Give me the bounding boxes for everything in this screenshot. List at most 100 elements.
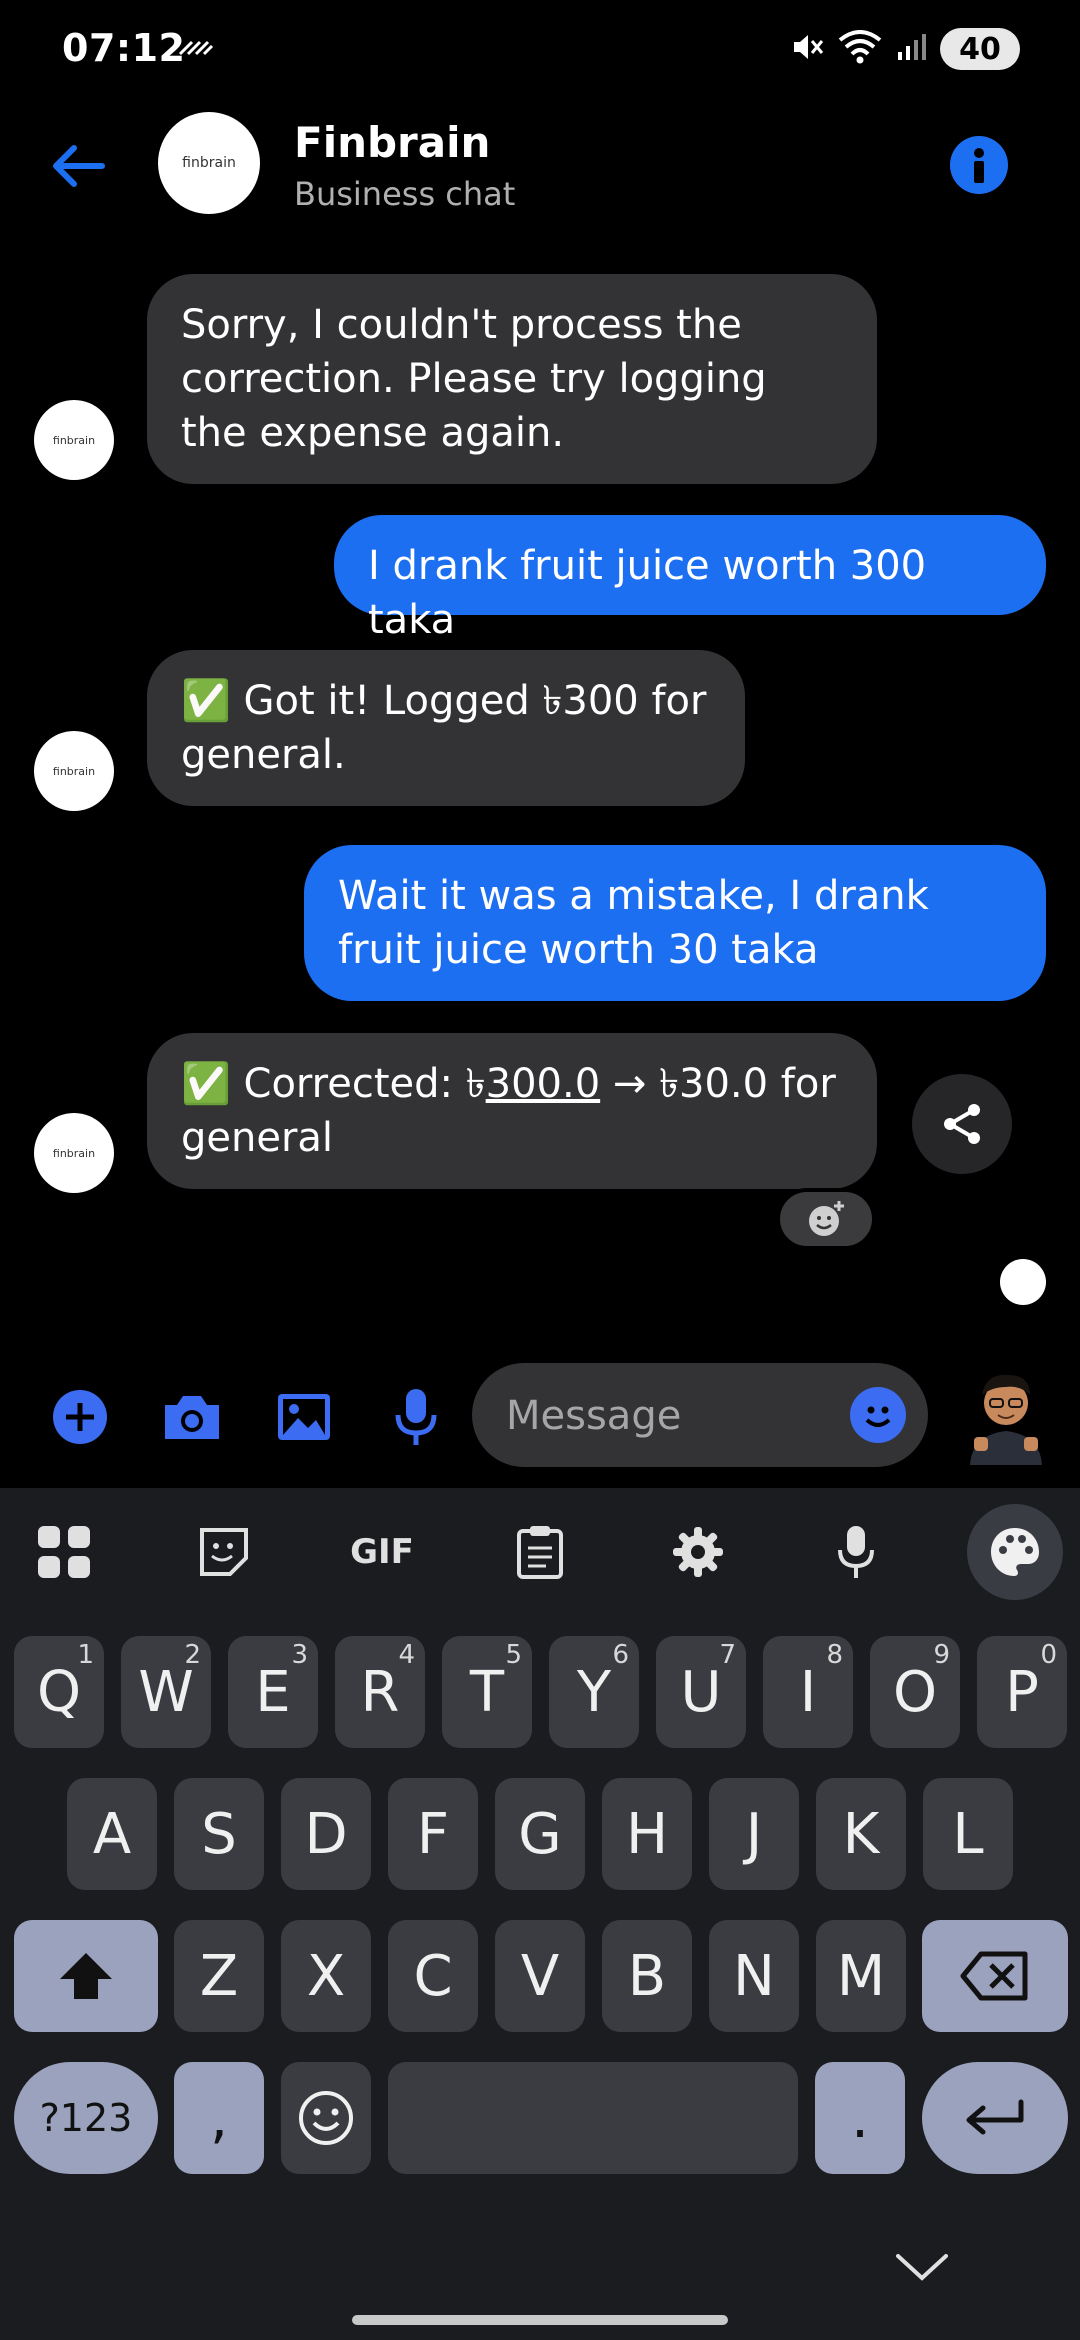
read-receipt-avatar <box>1000 1259 1046 1305</box>
key-t[interactable]: T5 <box>442 1636 532 1748</box>
back-arrow-icon <box>53 145 105 187</box>
mute-icon <box>790 30 824 68</box>
gear-icon <box>673 1527 723 1577</box>
key-hint: 9 <box>933 1640 950 1670</box>
space-key[interactable] <box>388 2062 798 2174</box>
voice-message-button[interactable] <box>384 1385 448 1449</box>
key-hint: 4 <box>398 1640 415 1670</box>
info-button[interactable] <box>950 136 1008 194</box>
emoji-key[interactable] <box>281 2062 371 2174</box>
data-saver-icon <box>178 34 214 60</box>
message-text: I drank fruit juice worth 300 taka <box>368 543 927 643</box>
sticker-icon <box>200 1528 248 1576</box>
message-bubble-outgoing[interactable]: I drank fruit juice worth 300 taka <box>334 515 1046 643</box>
key-u[interactable]: U7 <box>656 1636 746 1748</box>
key-label: T <box>469 1659 505 1725</box>
message-text: Wait it was a mistake, I drank fruit jui… <box>338 873 929 973</box>
enter-key[interactable] <box>922 2062 1068 2174</box>
key-b[interactable]: B <box>602 1920 692 2032</box>
key-n[interactable]: N <box>709 1920 799 2032</box>
hide-keyboard-button[interactable] <box>892 2248 952 2288</box>
key-z[interactable]: Z <box>174 1920 264 2032</box>
message-input[interactable]: Message <box>472 1363 928 1467</box>
bot-avatar[interactable]: finbrain <box>34 400 114 480</box>
add-reaction-button[interactable] <box>776 1188 876 1250</box>
message-bubble-incoming[interactable]: ✅ Corrected: ৳300.0 → ৳30.0 for general <box>147 1033 877 1189</box>
message-text: ✅ Got it! Logged ৳300 for general. <box>181 678 707 778</box>
keyboard-toolbar: GIF <box>0 1488 1080 1612</box>
chat-header: finbrain Finbrain Business chat <box>0 100 1080 250</box>
microphone-icon <box>838 1526 874 1578</box>
signal-icon <box>896 32 926 66</box>
message-text: Sorry, I couldn't process the correction… <box>181 302 767 456</box>
backspace-key[interactable] <box>922 1920 1068 2032</box>
sticker-button[interactable] <box>188 1516 260 1588</box>
backspace-icon <box>960 1951 1028 2001</box>
more-actions-button[interactable] <box>48 1385 112 1449</box>
message-bubble-outgoing[interactable]: Wait it was a mistake, I drank fruit jui… <box>304 845 1046 1001</box>
message-bubble-incoming[interactable]: ✅ Got it! Logged ৳300 for general. <box>147 650 745 806</box>
avatar-sticker-icon <box>970 1374 1042 1465</box>
key-a[interactable]: A <box>67 1778 157 1890</box>
emoji-button[interactable] <box>850 1387 906 1443</box>
voice-typing-button[interactable] <box>820 1516 892 1588</box>
theme-palette-button[interactable] <box>967 1504 1063 1600</box>
key-label: R <box>360 1659 400 1725</box>
key-h[interactable]: H <box>602 1778 692 1890</box>
avatar-logo-text: finbrain <box>52 764 96 778</box>
key-c[interactable]: C <box>388 1920 478 2032</box>
info-icon <box>974 148 984 183</box>
key-y[interactable]: Y6 <box>549 1636 639 1748</box>
avatar-sticker-button[interactable] <box>960 1365 1052 1465</box>
key-e[interactable]: E3 <box>228 1636 318 1748</box>
shift-key[interactable] <box>14 1920 158 2032</box>
image-icon <box>278 1394 330 1440</box>
key-label: I <box>799 1659 817 1725</box>
key-p[interactable]: P0 <box>977 1636 1067 1748</box>
gif-button[interactable]: GIF <box>344 1516 420 1588</box>
key-q[interactable]: Q1 <box>14 1636 104 1748</box>
bot-avatar[interactable]: finbrain <box>34 731 114 811</box>
home-indicator[interactable] <box>352 2315 728 2325</box>
message-bubble-incoming[interactable]: Sorry, I couldn't process the correction… <box>147 274 877 484</box>
key-x[interactable]: X <box>281 1920 371 2032</box>
key-d[interactable]: D <box>281 1778 371 1890</box>
camera-button[interactable] <box>160 1385 224 1449</box>
gallery-button[interactable] <box>272 1385 336 1449</box>
key-f[interactable]: F <box>388 1778 478 1890</box>
key-m[interactable]: M <box>816 1920 906 2032</box>
back-button[interactable] <box>42 130 114 202</box>
key-hint: 0 <box>1040 1640 1057 1670</box>
share-button[interactable] <box>912 1074 1012 1174</box>
clipboard-icon <box>517 1526 563 1579</box>
apps-grid-button[interactable] <box>28 1516 100 1588</box>
clipboard-button[interactable] <box>504 1516 576 1588</box>
shift-icon <box>60 1953 112 1999</box>
status-bar: 07:12 40 <box>0 0 1080 100</box>
key-hint: 5 <box>505 1640 522 1670</box>
microphone-icon <box>395 1389 437 1445</box>
key-s[interactable]: S <box>174 1778 264 1890</box>
message-text-prefix: ✅ Corrected: ৳ <box>181 1061 486 1107</box>
key-w[interactable]: W2 <box>121 1636 211 1748</box>
key-i[interactable]: I8 <box>763 1636 853 1748</box>
key-j[interactable]: J <box>709 1778 799 1890</box>
key-g[interactable]: G <box>495 1778 585 1890</box>
contact-name[interactable]: Finbrain <box>294 118 490 167</box>
key-l[interactable]: L <box>923 1778 1013 1890</box>
message-link-amount[interactable]: 300.0 <box>486 1061 601 1107</box>
status-icons: 40 <box>790 28 1020 70</box>
key-r[interactable]: R4 <box>335 1636 425 1748</box>
contact-avatar[interactable]: finbrain <box>158 112 260 214</box>
key-o[interactable]: O9 <box>870 1636 960 1748</box>
key-v[interactable]: V <box>495 1920 585 2032</box>
comma-key[interactable]: , <box>174 2062 264 2174</box>
symbols-key[interactable]: ?123 <box>14 2062 158 2174</box>
period-key[interactable]: . <box>815 2062 905 2174</box>
key-k[interactable]: K <box>816 1778 906 1890</box>
battery-indicator: 40 <box>940 28 1020 70</box>
bot-avatar[interactable]: finbrain <box>34 1113 114 1193</box>
key-label: E <box>255 1659 291 1725</box>
message-composer: Message <box>0 1355 1080 1475</box>
keyboard-settings-button[interactable] <box>662 1516 734 1588</box>
